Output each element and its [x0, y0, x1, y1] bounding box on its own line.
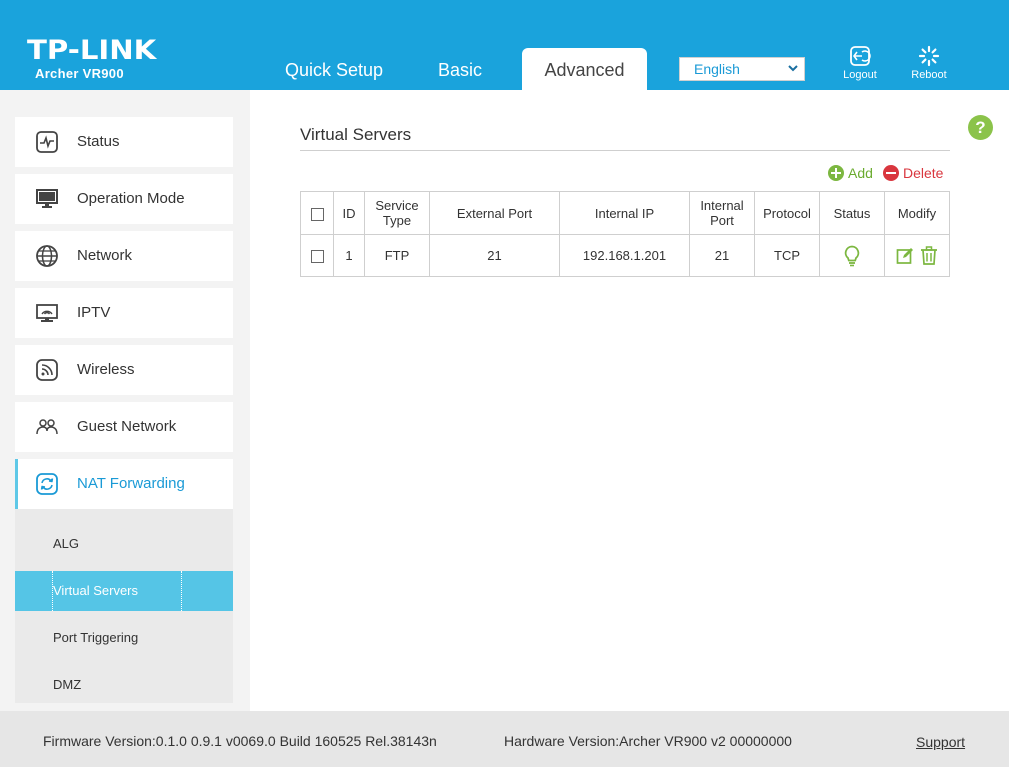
- minus-circle-icon: [883, 165, 899, 181]
- brand-logo: TP-LINK: [27, 35, 157, 66]
- chevron-down-icon: [788, 65, 798, 72]
- logout-button[interactable]: Logout: [835, 45, 885, 81]
- tab-basic[interactable]: Basic: [418, 48, 502, 90]
- add-label: Add: [848, 165, 873, 181]
- header-external-port: External Port: [429, 191, 560, 235]
- tv-icon: [36, 304, 58, 322]
- sidebar-item-label: Guest Network: [77, 418, 177, 435]
- select-all-checkbox[interactable]: [310, 207, 324, 221]
- sidebar-item-label: Wireless: [77, 361, 135, 378]
- sidebar-item-nat-forwarding[interactable]: NAT Forwarding: [15, 459, 233, 509]
- sidebar-item-guest-network[interactable]: Guest Network: [15, 402, 233, 452]
- cell-id: 1: [333, 234, 365, 277]
- logout-icon: [850, 46, 871, 66]
- title-divider: [300, 150, 950, 151]
- header-internal-port: Internal Port: [689, 191, 755, 235]
- edit-icon[interactable]: [896, 247, 914, 265]
- wireless-icon: [36, 359, 58, 381]
- hardware-version: Hardware Version:Archer VR900 v2 0000000…: [504, 733, 792, 749]
- tab-quick-setup[interactable]: Quick Setup: [270, 48, 398, 90]
- support-link[interactable]: Support: [916, 734, 965, 750]
- cell-modify: [884, 234, 950, 277]
- sidebar-item-status[interactable]: Status: [15, 117, 233, 167]
- submenu-item-label: Virtual Servers: [53, 583, 139, 598]
- globe-icon: [36, 245, 58, 267]
- header-internal-ip: Internal IP: [559, 191, 690, 235]
- footer: Firmware Version:0.1.0 0.9.1 v0069.0 Bui…: [0, 711, 1009, 767]
- table-header-row: ID Service Type External Port Internal I…: [300, 191, 950, 235]
- lightbulb-icon[interactable]: [843, 245, 861, 267]
- header-id: ID: [333, 191, 365, 235]
- brand: TP-LINK Archer VR900: [27, 37, 156, 81]
- sidebar-item-iptv[interactable]: IPTV: [15, 288, 233, 338]
- submenu-item-dmz[interactable]: DMZ: [15, 665, 233, 705]
- sidebar-item-label: Network: [77, 247, 133, 264]
- reboot-label: Reboot: [911, 69, 947, 81]
- sidebar-item-label: Status: [77, 133, 120, 150]
- help-button[interactable]: ?: [968, 115, 993, 140]
- status-icon: [36, 131, 58, 153]
- delete-button[interactable]: Delete: [883, 165, 943, 181]
- logout-label: Logout: [843, 69, 877, 81]
- sidebar-item-label: Operation Mode: [77, 190, 185, 207]
- virtual-servers-table: ID Service Type External Port Internal I…: [300, 191, 950, 277]
- sidebar-item-label: NAT Forwarding: [77, 475, 185, 492]
- header-protocol: Protocol: [754, 191, 820, 235]
- header-select-all: [300, 191, 334, 235]
- tab-advanced[interactable]: Advanced: [522, 48, 647, 90]
- page-title: Virtual Servers: [300, 125, 412, 144]
- language-select[interactable]: English: [679, 57, 805, 81]
- sidebar-item-wireless[interactable]: Wireless: [15, 345, 233, 395]
- submenu-item-alg[interactable]: ALG: [15, 524, 233, 564]
- row-checkbox[interactable]: [310, 250, 324, 264]
- nat-submenu: ALG Virtual Servers Port Triggering DMZ: [15, 509, 233, 703]
- cell-internal-port: 21: [689, 234, 755, 277]
- reboot-button[interactable]: Reboot: [904, 45, 954, 81]
- submenu-item-virtual-servers[interactable]: Virtual Servers: [15, 571, 233, 611]
- nat-icon: [36, 473, 58, 495]
- table-row: 1 FTP 21 192.168.1.201 21 TCP: [300, 234, 950, 277]
- row-select-cell: [300, 234, 334, 277]
- sidebar-item-network[interactable]: Network: [15, 231, 233, 281]
- add-button[interactable]: Add: [828, 165, 873, 181]
- header-service-type: Service Type: [364, 191, 430, 235]
- trash-icon[interactable]: [920, 246, 938, 265]
- delete-label: Delete: [903, 165, 944, 181]
- cell-protocol: TCP: [754, 234, 820, 277]
- language-selected: English: [694, 61, 740, 77]
- main-content: ? Virtual Servers Add Delete ID Service …: [250, 90, 1009, 711]
- top-header: TP-LINK Archer VR900 Quick Setup Basic A…: [0, 0, 1009, 90]
- cell-external-port: 21: [429, 234, 560, 277]
- submenu-item-port-triggering[interactable]: Port Triggering: [15, 618, 233, 658]
- reboot-icon: [918, 45, 940, 67]
- guest-icon: [36, 419, 58, 435]
- cell-service-type: FTP: [364, 234, 430, 277]
- monitor-icon: [36, 189, 58, 208]
- sidebar-item-operation-mode[interactable]: Operation Mode: [15, 174, 233, 224]
- cell-status: [819, 234, 885, 277]
- firmware-version: Firmware Version:0.1.0 0.9.1 v0069.0 Bui…: [43, 733, 437, 749]
- header-modify: Modify: [884, 191, 950, 235]
- cell-internal-ip: 192.168.1.201: [559, 234, 690, 277]
- header-status: Status: [819, 191, 885, 235]
- plus-circle-icon: [828, 165, 844, 181]
- brand-model: Archer VR900: [35, 66, 124, 81]
- sidebar-item-label: IPTV: [77, 304, 111, 321]
